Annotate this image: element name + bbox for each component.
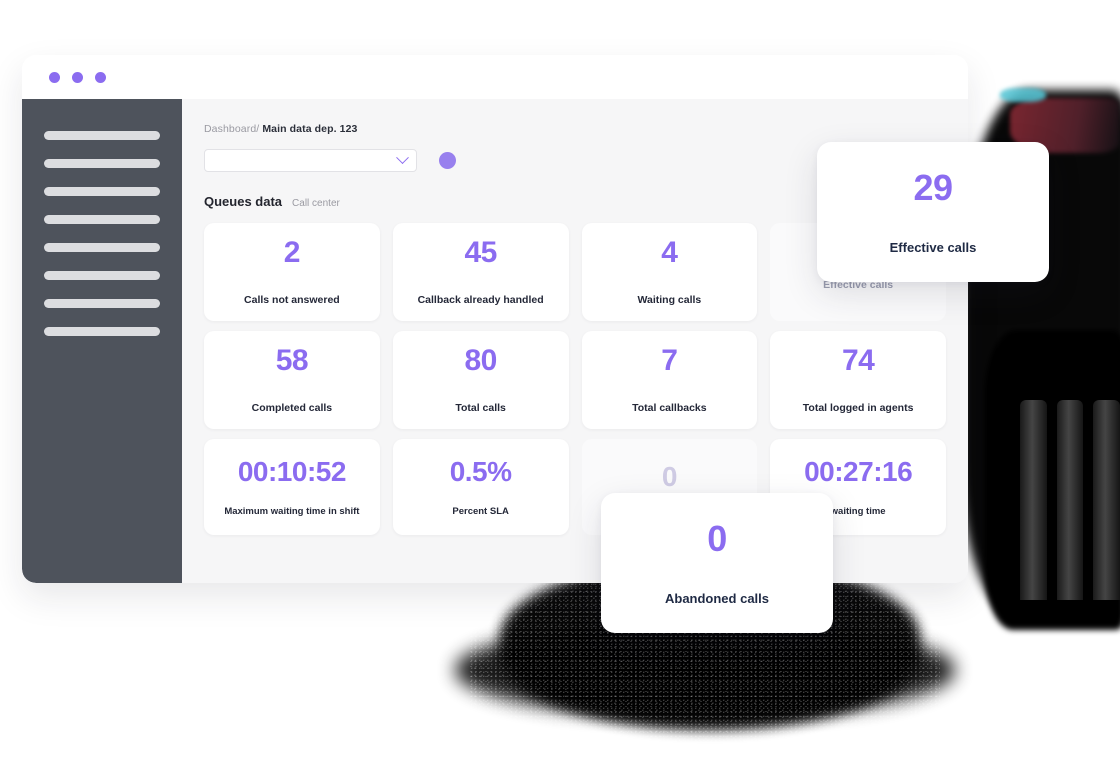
metric-label: Callback already handled xyxy=(417,294,544,306)
metric-card[interactable]: 58 Completed calls xyxy=(204,331,380,429)
popup-card-abandoned-calls[interactable]: 0 Abandoned calls xyxy=(601,493,833,633)
metric-card[interactable]: 4 Waiting calls xyxy=(581,223,758,321)
popup-label: Abandoned calls xyxy=(664,590,770,606)
breadcrumb-current: Main data dep. 123 xyxy=(262,123,358,135)
metric-card[interactable]: 74 Total logged in agents xyxy=(770,331,946,429)
metric-card[interactable]: 7 Total callbacks xyxy=(581,331,758,429)
sidebar-item-2[interactable] xyxy=(44,159,160,168)
metric-value: 0 xyxy=(661,461,678,492)
metric-label: Calls not answered xyxy=(244,294,340,306)
metrics-row-3: 00:10:52 Maximum waiting time in shift 0… xyxy=(204,439,946,535)
metric-value: 45 xyxy=(464,236,497,269)
sidebar-item-1[interactable] xyxy=(44,131,160,140)
metrics-row-2: 58 Completed calls 80 Total calls 7 Tota… xyxy=(204,331,946,429)
popup-value: 0 xyxy=(707,517,727,559)
artifact-teal-streak xyxy=(1000,88,1046,102)
sidebar-item-6[interactable] xyxy=(44,271,160,280)
queue-select[interactable] xyxy=(204,149,417,172)
metric-value: 4 xyxy=(661,236,678,269)
artifact-bottom xyxy=(455,625,955,715)
metric-label: Completed calls xyxy=(251,402,333,414)
metric-label: Percent SLA xyxy=(452,505,509,517)
artifact-vertical-bars xyxy=(1020,400,1120,600)
metric-label: Total calls xyxy=(455,402,506,414)
metric-card[interactable]: 2 Calls not answered xyxy=(204,223,380,321)
page-title: Queues data xyxy=(204,194,283,209)
metric-value: 00:27:16 xyxy=(804,455,913,487)
chevron-down-icon[interactable] xyxy=(396,151,409,165)
sidebar-item-5[interactable] xyxy=(44,243,160,252)
popup-label: Effective calls xyxy=(889,239,977,255)
popup-value: 29 xyxy=(913,166,953,208)
metric-label: waiting time xyxy=(830,505,886,517)
sidebar-item-8[interactable] xyxy=(44,327,160,336)
sidebar-item-7[interactable] xyxy=(44,299,160,308)
avatar[interactable] xyxy=(439,152,456,169)
screenshot-stage: Dashboard/ Main data dep. 123 Queues dat… xyxy=(0,0,1120,760)
window-titlebar xyxy=(22,55,968,99)
sidebar-item-3[interactable] xyxy=(44,187,160,196)
metric-value: 00:10:52 xyxy=(237,455,347,487)
metric-value: 2 xyxy=(283,236,301,269)
metric-value: 0.5% xyxy=(449,455,512,487)
metric-card[interactable]: 45 Callback already handled xyxy=(392,223,569,321)
metric-value: 80 xyxy=(464,344,497,377)
metric-card[interactable]: 00:10:52 Maximum waiting time in shift xyxy=(204,439,380,535)
sidebar-item-4[interactable] xyxy=(44,215,160,224)
metric-label: Total logged in agents xyxy=(802,402,914,414)
breadcrumb: Dashboard/ Main data dep. 123 xyxy=(204,123,946,135)
traffic-light-maximize-icon[interactable] xyxy=(95,71,106,83)
traffic-light-minimize-icon[interactable] xyxy=(72,71,83,83)
metric-value: 58 xyxy=(275,344,309,377)
metric-value: 74 xyxy=(841,344,875,377)
traffic-light-close-icon[interactable] xyxy=(49,71,60,83)
metric-card[interactable]: 0.5% Percent SLA xyxy=(392,439,569,535)
page-subtitle: Call center xyxy=(292,198,340,209)
breadcrumb-root[interactable]: Dashboard/ xyxy=(204,123,259,135)
popup-card-effective-calls[interactable]: 29 Effective calls xyxy=(817,142,1049,282)
metric-label: Maximum waiting time in shift xyxy=(224,505,360,517)
sidebar xyxy=(22,99,182,583)
artifact-right-secondary xyxy=(985,330,1120,630)
metric-value: 7 xyxy=(661,344,678,377)
metric-label: Total callbacks xyxy=(632,402,707,414)
metric-card[interactable]: 80 Total calls xyxy=(392,331,569,429)
metric-label: Waiting calls xyxy=(637,294,702,306)
